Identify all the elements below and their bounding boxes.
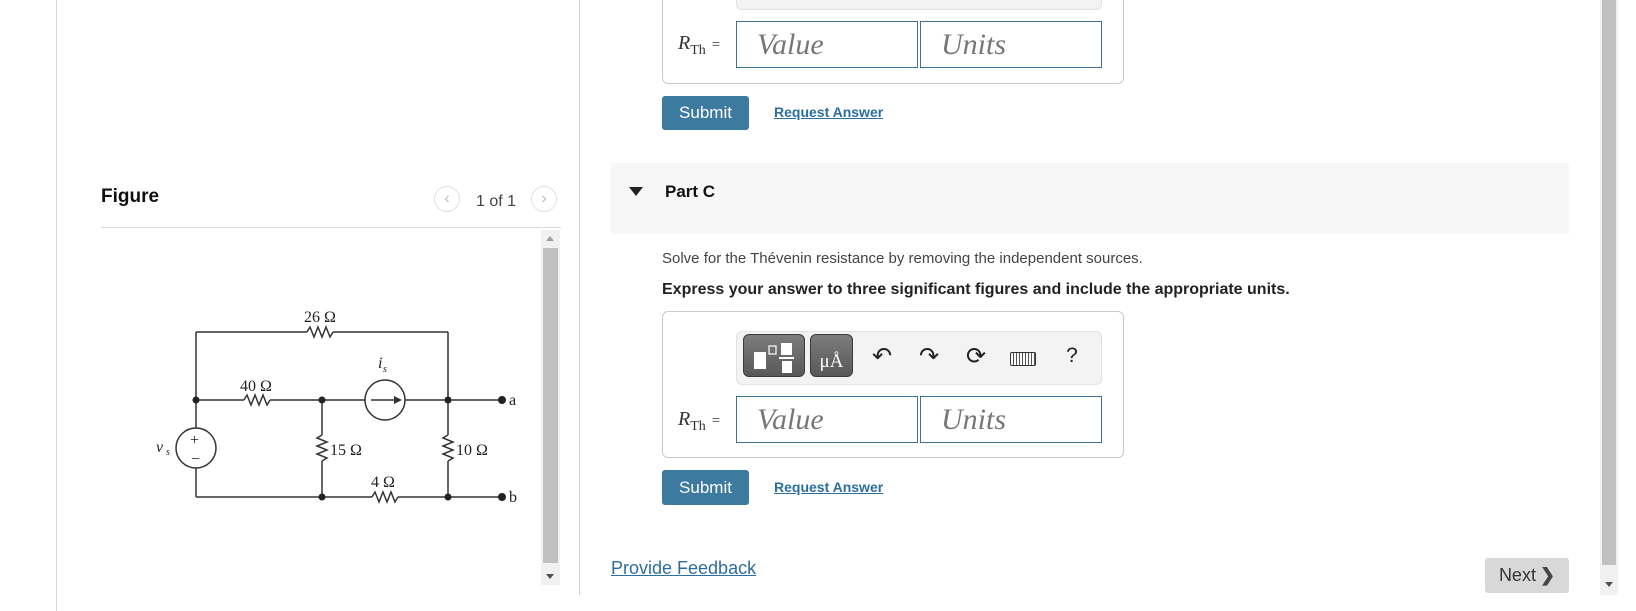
part-b-units-input[interactable]: Units — [920, 21, 1102, 68]
vs-label: v — [156, 439, 164, 456]
part-b-rth-label: RTh = — [678, 32, 721, 58]
figure-prev-button[interactable]: ‹ — [434, 186, 460, 212]
circuit-diagram: 26 Ω 40 Ω 15 Ω 10 Ω 4 Ω + − v s i s a b — [156, 309, 517, 506]
part-c-rth-label: RTh = — [678, 408, 721, 434]
part-c-instruction: Solve for the Thévenin resistance by rem… — [662, 250, 1143, 267]
undo-icon: ↶ — [871, 342, 893, 370]
part-b-toolbar — [736, 0, 1102, 10]
left-border — [56, 0, 57, 611]
scroll-up-icon[interactable] — [546, 236, 554, 241]
next-label: Next — [1498, 565, 1536, 585]
terminal-b: b — [509, 489, 517, 506]
reset-icon: ⟳ — [965, 342, 987, 370]
fraction-template-icon — [754, 343, 794, 373]
chevron-right-icon: ❯ — [1539, 565, 1556, 585]
part-c-request-answer-link[interactable]: Request Answer — [774, 479, 883, 495]
resistor-40-label: 40 Ω — [240, 378, 272, 395]
vs-minus: − — [191, 451, 200, 468]
is-label: i — [378, 355, 382, 372]
part-c-instruction-bold: Express your answer to three significant… — [662, 281, 1290, 298]
provide-feedback-link[interactable]: Provide Feedback — [611, 558, 756, 579]
resistor-15-label: 15 Ω — [330, 442, 362, 459]
templates-button[interactable] — [743, 334, 805, 377]
page-scrollbar-thumb[interactable] — [1602, 0, 1616, 565]
figure-scrollbar-thumb[interactable] — [543, 248, 558, 563]
redo-icon: ↷ — [918, 342, 940, 370]
units-label: μÅ — [819, 351, 844, 372]
part-c-units-input[interactable]: Units — [920, 396, 1102, 443]
keyboard-icon[interactable] — [1010, 352, 1036, 366]
figure-counter: 1 of 1 — [476, 193, 517, 210]
figure-header-rule — [101, 227, 561, 228]
part-c-value-input[interactable]: Value — [736, 396, 918, 443]
caret-down-icon[interactable] — [629, 187, 643, 196]
part-c-header[interactable] — [611, 163, 1569, 234]
figure-title: Figure — [101, 186, 160, 207]
is-sub: s — [383, 364, 387, 375]
resistor-4-label: 4 Ω — [371, 474, 395, 491]
resistor-10-label: 10 Ω — [456, 442, 488, 459]
chevron-right-icon: › — [541, 190, 547, 207]
next-button[interactable]: Next ❯ — [1485, 558, 1569, 593]
units-button[interactable]: μÅ — [810, 334, 853, 377]
vs-plus: + — [190, 432, 199, 449]
help-button[interactable]: ? — [1060, 343, 1084, 369]
part-c-submit-button[interactable]: Submit — [662, 470, 749, 505]
vs-sub: s — [166, 447, 170, 458]
part-b-value-input[interactable]: Value — [736, 21, 918, 68]
part-b-submit-button[interactable]: Submit — [662, 96, 749, 130]
part-b-request-answer-link[interactable]: Request Answer — [774, 104, 883, 120]
part-c-title: Part C — [665, 182, 716, 201]
redo-button[interactable]: ↷ — [915, 342, 943, 370]
scroll-down-icon[interactable] — [546, 574, 554, 579]
figure-next-button[interactable]: › — [531, 186, 557, 212]
undo-button[interactable]: ↶ — [868, 342, 896, 370]
chevron-left-icon: ‹ — [444, 190, 450, 207]
reset-button[interactable]: ⟳ — [962, 342, 990, 370]
resistor-26-label: 26 Ω — [304, 309, 336, 326]
page-scroll-down-icon[interactable] — [1605, 582, 1613, 587]
panel-divider — [579, 0, 580, 595]
terminal-a: a — [509, 392, 516, 409]
